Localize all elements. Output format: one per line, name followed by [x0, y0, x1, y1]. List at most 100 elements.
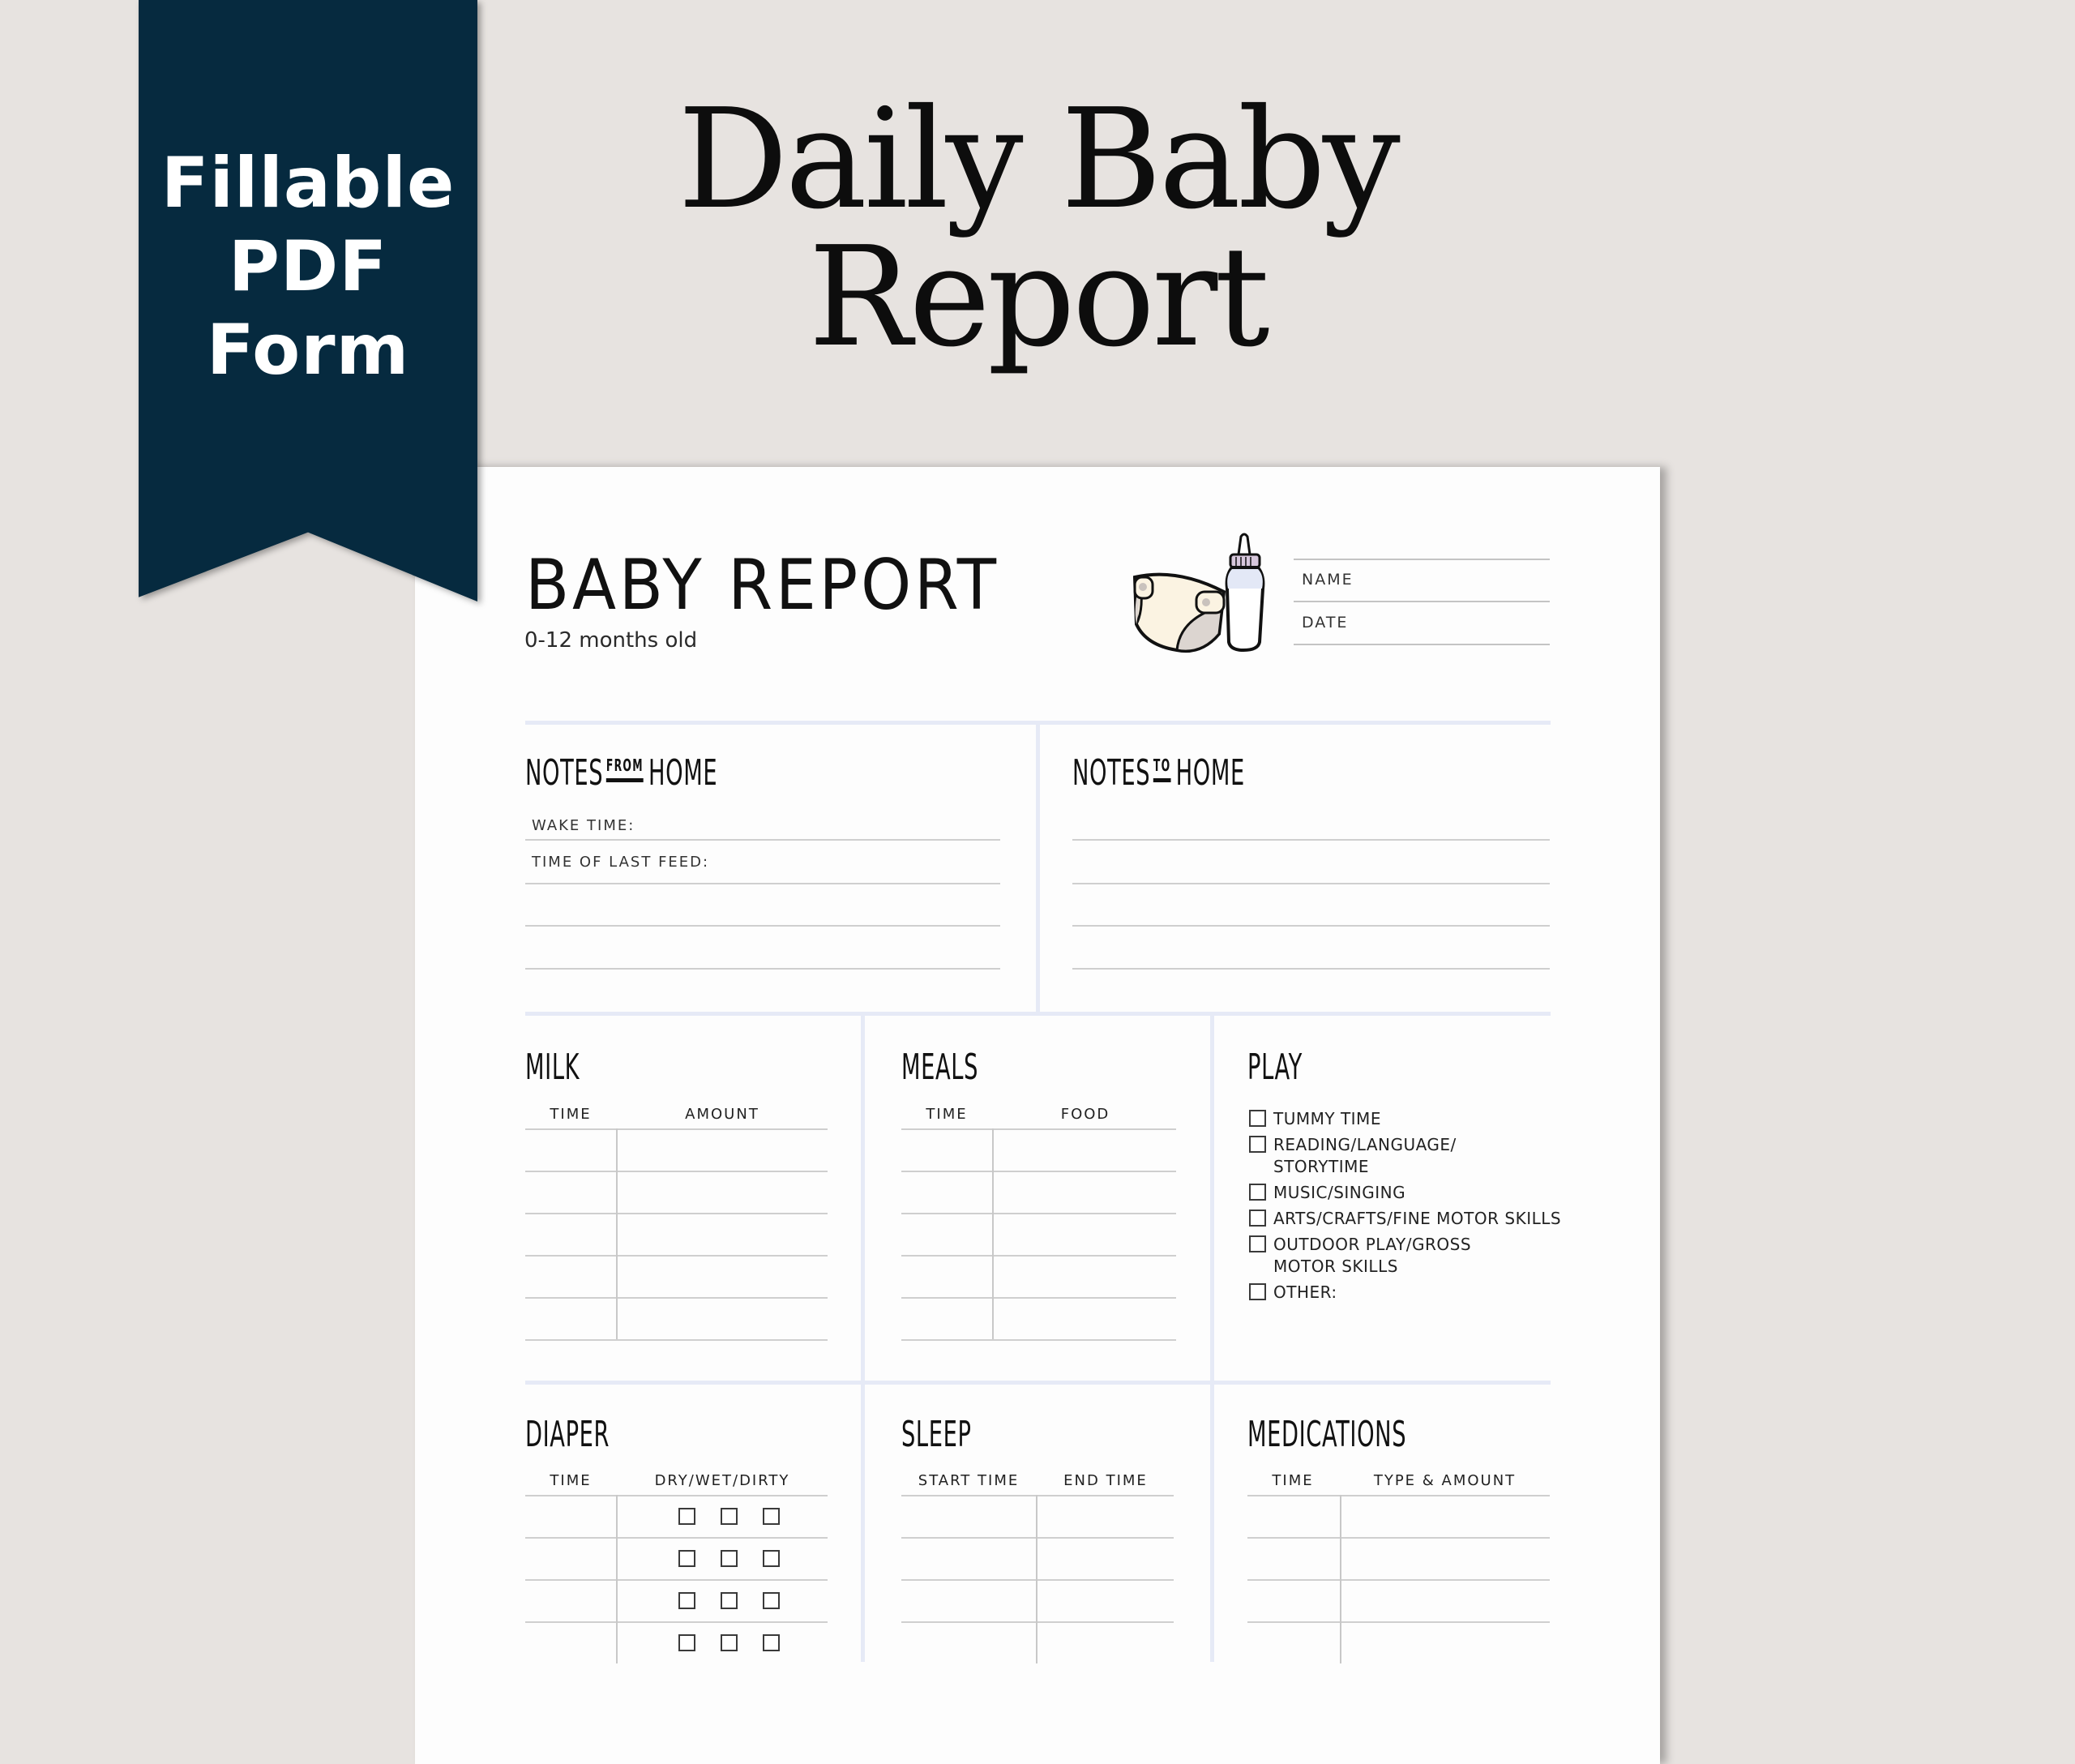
- diaper-dry-checkbox[interactable]: [678, 1592, 695, 1609]
- milk-cell-2[interactable]: [618, 1172, 828, 1211]
- meals-cell-1[interactable]: [901, 1257, 992, 1295]
- diaper-cell-1[interactable]: [525, 1496, 616, 1535]
- notes-from-home-title: NOTES FROM HOME: [525, 752, 718, 794]
- meals-cell-1[interactable]: [901, 1130, 992, 1169]
- from-label: FROM: [605, 757, 644, 782]
- meals-cell-2[interactable]: [994, 1214, 1176, 1253]
- milk-cell-1[interactable]: [525, 1299, 616, 1338]
- diaper-dirty-checkbox[interactable]: [763, 1550, 780, 1567]
- play-item-label: OTHER:: [1273, 1282, 1337, 1302]
- date-input-line[interactable]: [1294, 644, 1550, 645]
- diaper-cell-1[interactable]: [525, 1539, 616, 1578]
- sleep-title: SLEEP: [901, 1414, 972, 1455]
- form-title: BABY REPORT: [525, 545, 999, 626]
- diaper-wet-checkbox[interactable]: [721, 1634, 738, 1651]
- sleep-cell-1[interactable]: [901, 1496, 1036, 1535]
- diaper-col-time: TIME: [550, 1472, 592, 1489]
- sleep-cell-1[interactable]: [901, 1539, 1036, 1578]
- milk-cell-2[interactable]: [618, 1257, 828, 1295]
- notes-to-home-title: NOTES TO HOME: [1072, 752, 1245, 794]
- milk-cell-1[interactable]: [525, 1130, 616, 1169]
- meals-cell-2[interactable]: [994, 1130, 1176, 1169]
- diaper-dirty-checkbox[interactable]: [763, 1508, 780, 1525]
- milk-cell-2[interactable]: [618, 1130, 828, 1169]
- middle-bottom-divider: [525, 1381, 1551, 1385]
- play-checkbox[interactable]: [1249, 1283, 1266, 1300]
- diaper-dry-checkbox[interactable]: [678, 1550, 695, 1567]
- diaper-wet-checkbox[interactable]: [721, 1550, 738, 1567]
- notes-from-line-3[interactable]: [525, 925, 1000, 927]
- last-feed-input-line[interactable]: [525, 883, 1000, 884]
- medications-cell-2[interactable]: [1341, 1496, 1550, 1535]
- banner-text: Fillable PDF Form: [139, 142, 477, 392]
- name-label: NAME: [1302, 571, 1354, 589]
- medications-cell-1[interactable]: [1247, 1581, 1340, 1620]
- wake-time-label: WAKE TIME:: [532, 817, 635, 834]
- meals-col-time: TIME: [926, 1106, 968, 1123]
- sleep-cell-2[interactable]: [1038, 1581, 1174, 1620]
- medications-col-time: TIME: [1272, 1472, 1314, 1489]
- diaper-dirty-checkbox[interactable]: [763, 1592, 780, 1609]
- milk-row-line: [525, 1339, 828, 1341]
- milk-cell-1[interactable]: [525, 1214, 616, 1253]
- play-item-label: MUSIC/SINGING: [1273, 1183, 1406, 1202]
- notes-to-line-4[interactable]: [1072, 968, 1550, 970]
- headline: Daily Baby Report: [567, 91, 1508, 366]
- meals-cell-1[interactable]: [901, 1299, 992, 1338]
- medications-cell-1[interactable]: [1247, 1539, 1340, 1578]
- play-checkbox[interactable]: [1249, 1136, 1266, 1153]
- medications-cell-2[interactable]: [1341, 1581, 1550, 1620]
- diaper-col-status: DRY/WET/DIRTY: [654, 1472, 790, 1489]
- diaper-title: DIAPER: [525, 1414, 610, 1455]
- meals-cell-2[interactable]: [994, 1257, 1176, 1295]
- banner-line-2: PDF: [228, 226, 388, 307]
- sleep-cell-2[interactable]: [1038, 1496, 1174, 1535]
- play-item-label: OUTDOOR PLAY/GROSS: [1273, 1235, 1472, 1254]
- notes-to-line-2[interactable]: [1072, 883, 1550, 884]
- meals-play-divider: [1210, 1013, 1214, 1662]
- sleep-cell-1[interactable]: [901, 1581, 1036, 1620]
- play-checkbox[interactable]: [1249, 1110, 1266, 1127]
- diaper-dry-checkbox[interactable]: [678, 1634, 695, 1651]
- diaper-wet-checkbox[interactable]: [721, 1508, 738, 1525]
- notes-to-line-3[interactable]: [1072, 925, 1550, 927]
- medications-cell-1[interactable]: [1247, 1496, 1340, 1535]
- baby-bottle-icon: [1225, 533, 1265, 653]
- notes-to-line-1[interactable]: [1072, 839, 1550, 841]
- meals-col-food: FOOD: [1060, 1106, 1110, 1123]
- diaper-cell-1[interactable]: [525, 1623, 616, 1662]
- milk-col-amount: AMOUNT: [685, 1106, 759, 1123]
- play-checkbox[interactable]: [1249, 1184, 1266, 1201]
- medications-cell-2[interactable]: [1341, 1539, 1550, 1578]
- wake-time-input-line[interactable]: [525, 839, 1000, 841]
- sleep-cell-2[interactable]: [1038, 1539, 1174, 1578]
- medications-cell-1[interactable]: [1247, 1623, 1340, 1662]
- name-input-line[interactable]: [1294, 601, 1550, 602]
- play-checkbox[interactable]: [1249, 1210, 1266, 1227]
- milk-cell-1[interactable]: [525, 1172, 616, 1211]
- sleep-cell-2[interactable]: [1038, 1623, 1174, 1662]
- diaper-cell-1[interactable]: [525, 1581, 616, 1620]
- date-label: DATE: [1302, 614, 1349, 632]
- play-item-label: STORYTIME: [1273, 1157, 1369, 1176]
- meals-cell-2[interactable]: [994, 1299, 1176, 1338]
- meals-cell-1[interactable]: [901, 1172, 992, 1211]
- diaper-dry-checkbox[interactable]: [678, 1508, 695, 1525]
- diaper-wet-checkbox[interactable]: [721, 1592, 738, 1609]
- milk-cell-2[interactable]: [618, 1299, 828, 1338]
- diaper-dirty-checkbox[interactable]: [763, 1634, 780, 1651]
- medications-cell-2[interactable]: [1341, 1623, 1550, 1662]
- sleep-cell-1[interactable]: [901, 1623, 1036, 1662]
- notes-from-line-4[interactable]: [525, 968, 1000, 970]
- milk-cell-1[interactable]: [525, 1257, 616, 1295]
- form-subtitle: 0-12 months old: [524, 628, 698, 653]
- play-checkbox[interactable]: [1249, 1235, 1266, 1252]
- play-item-label: MOTOR SKILLS: [1273, 1257, 1398, 1276]
- meals-cell-2[interactable]: [994, 1172, 1176, 1211]
- medications-title: MEDICATIONS: [1247, 1414, 1407, 1455]
- milk-cell-2[interactable]: [618, 1214, 828, 1253]
- headline-line-1: Daily Baby: [678, 79, 1401, 240]
- meals-cell-1[interactable]: [901, 1214, 992, 1253]
- notes-bottom-divider: [525, 1012, 1551, 1016]
- last-feed-label: TIME OF LAST FEED:: [532, 854, 710, 871]
